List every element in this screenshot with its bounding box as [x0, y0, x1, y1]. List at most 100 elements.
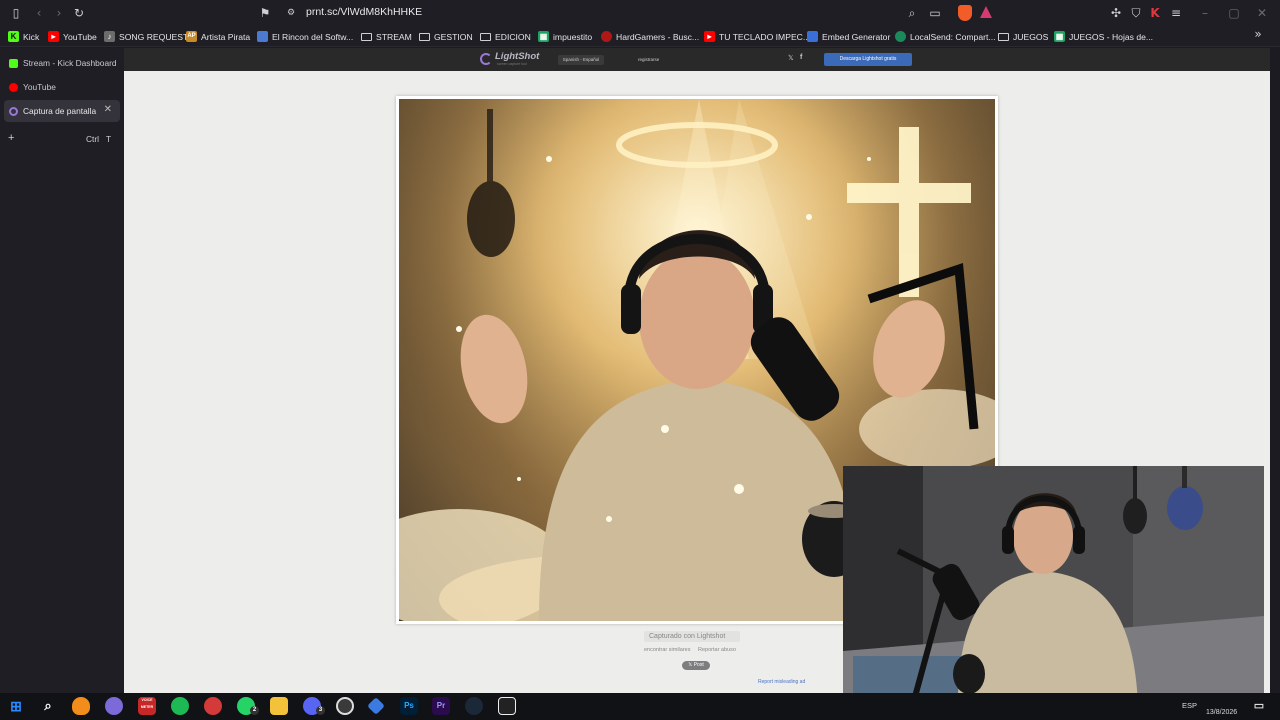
minimize-icon[interactable]: –	[1197, 5, 1213, 21]
bookmark-localsend[interactable]: LocalSend: Compart...	[895, 29, 996, 44]
app-blue-icon[interactable]	[367, 697, 385, 715]
youtube-icon: ▸	[48, 31, 59, 42]
tab-captura-de-pantalla[interactable]: Captura de pantalla ✕	[4, 100, 120, 122]
tab-label: YouTube	[23, 82, 56, 92]
menu-icon[interactable]: ≡	[1168, 5, 1184, 21]
epic-games-icon[interactable]	[498, 697, 516, 715]
post-to-x-button[interactable]: 𝕏 Post	[682, 661, 710, 670]
forward-icon[interactable]: ›	[51, 5, 67, 21]
bookmark-folder-stream[interactable]: STREAM	[361, 29, 412, 44]
hardgamers-icon	[601, 31, 612, 42]
lightshot-logo[interactable]: LightShot screen capture tool	[480, 51, 550, 68]
vertical-tabs-sidebar: Stream - Kick Dashboard YouTube Captura …	[0, 48, 124, 693]
keyboard-language[interactable]: ESP	[1182, 701, 1197, 710]
language-select[interactable]: Spanish - Español	[558, 55, 604, 65]
voicemeeter-icon[interactable]: VOICE METER	[138, 697, 156, 715]
page-icon	[257, 31, 268, 42]
site-info-icon[interactable]: ⚙	[283, 5, 299, 21]
bookmarks-bar: K Kick ▸ YouTube ♪ SONG REQUEST AP Artista P…	[0, 26, 1280, 47]
new-tab-button[interactable]: + Ctrl T	[8, 132, 118, 144]
brave-shields-icon[interactable]	[958, 5, 972, 21]
bookmark-label: EDICION	[495, 31, 531, 42]
address-bar-url[interactable]: prnt.sc/VlWdM8KhHHKE	[306, 6, 422, 18]
bookmark-kick[interactable]: K Kick	[8, 29, 39, 44]
kick-icon	[9, 58, 18, 68]
twitter-icon[interactable]: 𝕏	[788, 54, 794, 62]
close-tab-icon[interactable]: ✕	[104, 104, 112, 115]
logo-tagline: screen capture tool	[497, 62, 527, 66]
bookmark-label: Kick	[23, 31, 40, 42]
brave-rewards-icon[interactable]	[980, 6, 992, 18]
bookmark-label: El Rincon del Softw...	[272, 31, 354, 42]
report-abuse-link[interactable]: Reportar abuso	[698, 647, 736, 653]
download-lightshot-button[interactable]: Descarga Lightshot gratis	[824, 53, 912, 66]
facebook-icon[interactable]: f	[800, 54, 802, 61]
bookmark-label: YouTube	[63, 31, 97, 42]
kick-icon: K	[8, 31, 19, 42]
captured-with-lightshot: Capturado con Lightshot	[649, 633, 726, 640]
sheets-icon: ▦	[1054, 31, 1065, 42]
cast-icon[interactable]: ▭	[927, 5, 943, 21]
bookmark-embed-generator[interactable]: Embed Generator	[807, 29, 890, 44]
photoshop-icon[interactable]: Ps	[400, 697, 418, 715]
embed-icon	[807, 31, 818, 42]
bookmark-tu-teclado[interactable]: ▸ TU TECLADO IMPEC...	[704, 29, 810, 44]
file-explorer-icon[interactable]	[270, 697, 288, 715]
app-icon[interactable]	[105, 697, 123, 715]
bookmark-hardgamers[interactable]: HardGamers - Busc...	[601, 29, 699, 44]
shortcut-ctrl: Ctrl	[86, 134, 100, 144]
fl-studio-icon[interactable]	[72, 697, 90, 715]
zoom-icon[interactable]: ⌕	[904, 5, 920, 21]
browser-toolbar: ▯ ‹ › ↻ ⚑ ⚙ prnt.sc/VlWdM8KhHHKE ⌕ ▭ ✣ ⛉…	[0, 0, 1280, 26]
bookmark-rincon-software[interactable]: El Rincon del Softw...	[257, 29, 353, 44]
reload-icon[interactable]: ↻	[71, 5, 87, 21]
tab-label: Captura de pantalla	[23, 106, 97, 116]
webcam-feed	[843, 466, 1264, 704]
bookmark-juegos-hojas[interactable]: ▦ JUEGOS - Hojas de...	[1054, 29, 1153, 44]
bookmark-label: impuestito	[553, 31, 593, 42]
report-misleading-ad-link[interactable]: Report misleading ad	[758, 679, 805, 685]
tab-kick-dashboard[interactable]: Stream - Kick Dashboard	[4, 52, 120, 74]
bookmark-icon[interactable]: ⚑	[257, 5, 273, 21]
premiere-icon[interactable]: Pr	[432, 697, 450, 715]
bookmark-youtube[interactable]: ▸ YouTube	[48, 29, 97, 44]
lightshot-header: LightShot screen capture tool Spanish - …	[124, 48, 1270, 71]
tab-youtube[interactable]: YouTube	[4, 76, 120, 98]
extensions-icon[interactable]: ✣	[1108, 5, 1124, 21]
folder-icon	[998, 32, 1009, 41]
bookmark-folder-gestion[interactable]: GESTION	[419, 29, 473, 44]
spotify-icon[interactable]	[171, 697, 189, 715]
sheets-icon: ▦	[538, 31, 549, 42]
vpn-icon[interactable]: ⛉	[1128, 5, 1144, 21]
folder-icon	[480, 32, 491, 41]
maximize-icon[interactable]: ▢	[1226, 5, 1242, 21]
search-icon[interactable]: ⌕	[39, 697, 57, 715]
bookmark-label: SONG REQUEST	[119, 31, 189, 42]
bookmark-label: LocalSend: Compart...	[910, 31, 996, 42]
bookmark-song-request[interactable]: ♪ SONG REQUEST	[104, 29, 188, 44]
windows-start-icon[interactable]: ⊞	[7, 697, 25, 715]
more-bookmarks-icon[interactable]: »	[1250, 26, 1266, 42]
tray-date[interactable]: 13/8/2026	[1206, 709, 1237, 716]
bookmark-folder-edicion[interactable]: EDICION	[480, 29, 531, 44]
bookmark-folder-juegos[interactable]: JUEGOS	[998, 29, 1048, 44]
kick-extension-icon[interactable]: K	[1147, 5, 1163, 21]
folder-icon	[361, 32, 372, 41]
notifications-icon[interactable]: ▭	[1250, 697, 1268, 715]
folder-icon	[419, 32, 430, 41]
obs-icon[interactable]	[336, 697, 354, 715]
bookmark-artista-pirata[interactable]: AP Artista Pirata	[186, 29, 250, 44]
bookmark-impuestito[interactable]: ▦ impuestito	[538, 29, 592, 44]
steam-icon[interactable]	[465, 697, 483, 715]
back-icon[interactable]: ‹	[31, 5, 47, 21]
register-link[interactable]: registrarse	[638, 55, 659, 65]
close-window-icon[interactable]: ✕	[1254, 5, 1270, 21]
find-similar-link[interactable]: encontrar similares	[644, 647, 690, 653]
shortcut-key: T	[106, 134, 112, 144]
windows-taskbar: ⊞ ⌕ VOICE METER 2 3 Ps Pr ESP 13/8/2026 …	[0, 693, 1280, 720]
whatsapp-badge: 2	[250, 706, 259, 715]
app-red-icon[interactable]	[204, 697, 222, 715]
bookmark-label: JUEGOS	[1013, 31, 1049, 42]
discord-badge: 3	[316, 706, 325, 715]
sidebar-toggle-icon[interactable]: ▯	[8, 5, 24, 21]
